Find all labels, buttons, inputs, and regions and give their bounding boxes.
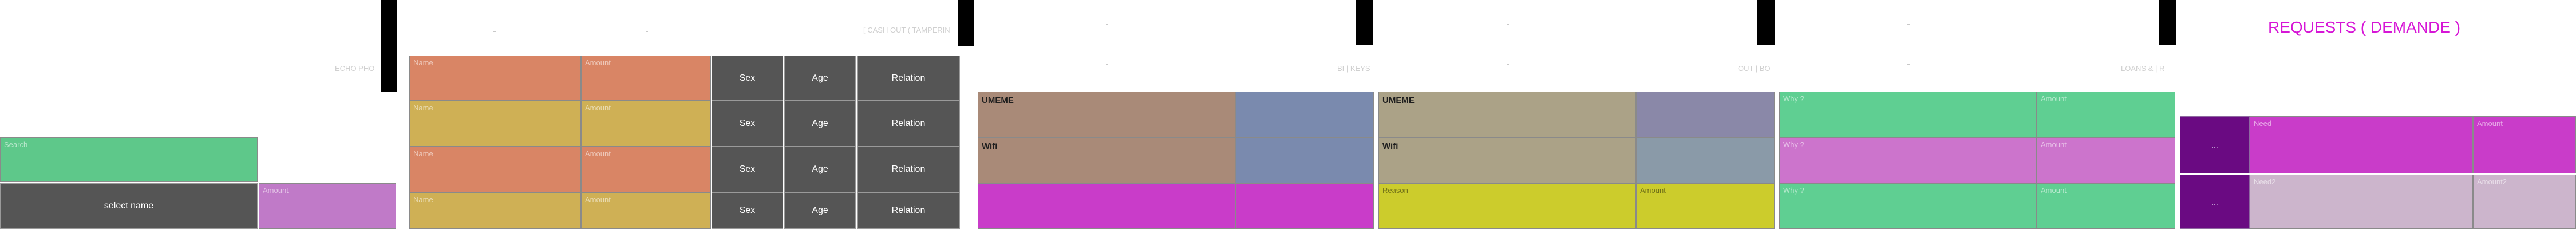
panel5-faint-header: LOANS & | R xyxy=(2121,64,2165,73)
reason-field[interactable]: Reason xyxy=(1378,183,1636,229)
reason-amount-field[interactable] xyxy=(1235,183,1374,229)
relation-button[interactable]: Relation xyxy=(857,56,960,101)
panel1-faint-header: ECHO PHO xyxy=(335,64,375,73)
sex-button[interactable]: Sex xyxy=(712,192,783,229)
search-placeholder: Search xyxy=(4,140,28,149)
panel5-dot xyxy=(1907,24,1910,25)
amount-field[interactable]: Amount xyxy=(259,183,396,229)
amount-placeholder: Amount xyxy=(2041,94,2067,103)
relation-button[interactable]: Relation xyxy=(857,192,960,229)
relation-button[interactable]: Relation xyxy=(857,147,960,192)
select-name-button[interactable]: select name xyxy=(0,183,258,229)
panel4-dot xyxy=(1507,24,1509,25)
age-button[interactable]: Age xyxy=(784,147,856,192)
amount-placeholder: Amount2 xyxy=(2477,177,2507,186)
why-placeholder: Why ? xyxy=(1783,140,1804,149)
panel4-dot xyxy=(1507,64,1509,65)
loan-amount-field[interactable]: Amount xyxy=(2037,137,2175,183)
family-amount-field[interactable]: Amount xyxy=(581,147,711,192)
amount-placeholder: Amount xyxy=(1640,186,1666,195)
expense-row-label[interactable]: UMEME xyxy=(1378,92,1636,137)
panel2-dot xyxy=(493,31,496,32)
age-button[interactable]: Age xyxy=(784,56,856,101)
relation-button[interactable]: Relation xyxy=(857,101,960,147)
expense-row-label[interactable]: Wifi xyxy=(1378,137,1636,183)
panel1-dot xyxy=(127,114,129,115)
bill-amount-field[interactable] xyxy=(1235,92,1374,137)
request-options-button[interactable]: ... xyxy=(2180,116,2250,173)
loan-amount-field[interactable]: Amount xyxy=(2037,92,2175,137)
request-need-field[interactable]: Need2 xyxy=(2250,175,2473,229)
panel2-faint-header: [ CASH OUT ( TAMPERIN xyxy=(863,26,950,34)
amount-placeholder: Amount xyxy=(585,149,611,158)
family-name-field[interactable]: Name xyxy=(409,192,581,229)
loan-reason-field[interactable]: Why ? xyxy=(1779,183,2037,229)
name-placeholder: Name xyxy=(413,58,433,67)
name-placeholder: Name xyxy=(413,104,433,112)
bill-amount-field[interactable] xyxy=(1235,137,1374,183)
reason-amount-field[interactable]: Amount xyxy=(1636,183,1775,229)
family-amount-field[interactable]: Amount xyxy=(581,192,711,229)
amount-placeholder: Amount xyxy=(2041,186,2067,195)
reason-placeholder: Reason xyxy=(1382,186,1408,195)
amount-placeholder: Amount xyxy=(263,186,289,195)
amount-placeholder: Amount xyxy=(585,104,611,112)
family-amount-field[interactable]: Amount xyxy=(581,101,711,147)
family-amount-field[interactable]: Amount xyxy=(581,56,711,101)
name-placeholder: Name xyxy=(413,149,433,158)
panel4-faint-header: OUT | BO xyxy=(1738,64,1771,73)
why-placeholder: Why ? xyxy=(1783,186,1804,195)
panel3-dot xyxy=(1106,64,1108,65)
why-placeholder: Why ? xyxy=(1783,94,1804,103)
name-placeholder: Name xyxy=(413,195,433,204)
expense-amount-field[interactable] xyxy=(1636,92,1775,137)
panel4-side-bar xyxy=(1757,0,1775,45)
panel2-dot xyxy=(646,31,648,32)
expense-label: UMEME xyxy=(1382,96,1415,105)
family-name-field[interactable]: Name xyxy=(409,147,581,192)
age-button[interactable]: Age xyxy=(784,192,856,229)
amount-placeholder: Amount xyxy=(585,58,611,67)
bill-label: UMEME xyxy=(982,96,1014,105)
sex-button[interactable]: Sex xyxy=(712,56,783,101)
requests-title: REQUESTS ( DEMANDE ) xyxy=(2268,18,2461,36)
request-need-field[interactable]: Need xyxy=(2250,116,2473,173)
bill-row-label[interactable]: UMEME xyxy=(978,92,1235,137)
expense-label: Wifi xyxy=(1382,141,1398,151)
sex-button[interactable]: Sex xyxy=(712,101,783,147)
family-name-field[interactable]: Name xyxy=(409,56,581,101)
request-amount-field[interactable]: Amount xyxy=(2473,116,2576,173)
family-name-field[interactable]: Name xyxy=(409,101,581,147)
expense-amount-field[interactable] xyxy=(1636,137,1775,183)
panel3-side-bar xyxy=(1356,0,1373,45)
panel5-dot xyxy=(1907,64,1910,65)
amount-placeholder: Amount xyxy=(585,195,611,204)
reason-field[interactable] xyxy=(978,183,1235,229)
panel5-side-bar xyxy=(2159,0,2176,45)
need-placeholder: Need2 xyxy=(2254,177,2276,186)
search-field[interactable]: Search xyxy=(0,137,258,182)
age-button[interactable]: Age xyxy=(784,101,856,147)
need-placeholder: Need xyxy=(2254,119,2272,128)
panel2-side-bar xyxy=(958,0,974,46)
amount-placeholder: Amount xyxy=(2041,140,2067,149)
panel1-side-bar xyxy=(381,0,397,92)
panel3-faint-header: BI | KEYS xyxy=(1337,64,1370,73)
sex-button[interactable]: Sex xyxy=(712,147,783,192)
amount-placeholder: Amount xyxy=(2477,119,2503,128)
loan-reason-field[interactable]: Why ? xyxy=(1779,137,2037,183)
bill-label: Wifi xyxy=(982,141,998,151)
request-options-button[interactable]: ... xyxy=(2180,175,2250,229)
bill-row-label[interactable]: Wifi xyxy=(978,137,1235,183)
request-amount-field[interactable]: Amount2 xyxy=(2473,175,2576,229)
panel3-dot xyxy=(1106,24,1108,25)
loan-reason-field[interactable]: Why ? xyxy=(1779,92,2037,137)
loan-amount-field[interactable]: Amount xyxy=(2037,183,2175,229)
